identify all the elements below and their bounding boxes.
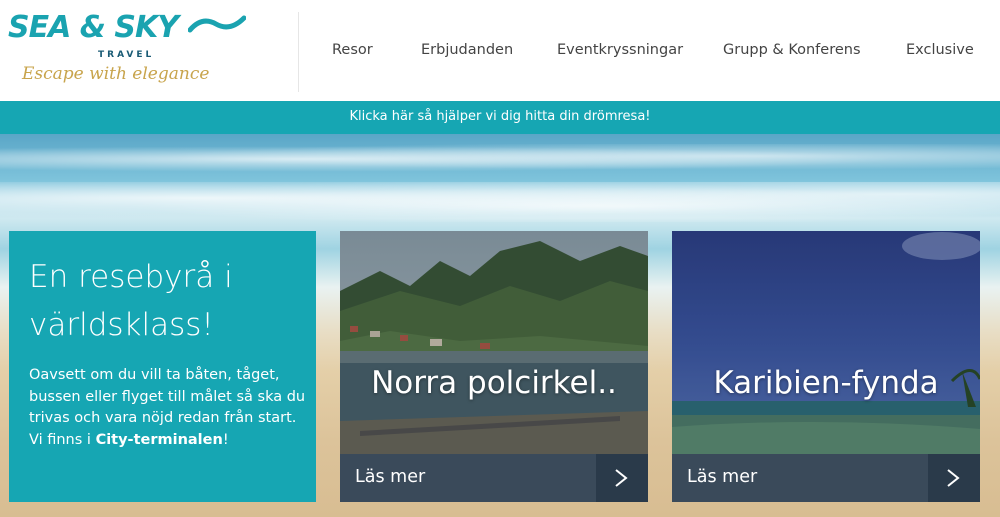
read-more-link[interactable]: Läs mer xyxy=(687,467,757,487)
nav-item-eventkryssningar[interactable]: Eventkryssningar xyxy=(557,42,683,58)
card-title: Norra polcirkel.. xyxy=(371,365,617,401)
chevron-right-icon xyxy=(947,469,960,487)
destination-card-norra-polcirkel[interactable]: Norra polcirkel.. Läs mer xyxy=(340,231,648,502)
intro-text-after: ! xyxy=(222,431,229,448)
card-title: Karibien-fynda xyxy=(713,365,939,401)
nav-item-exclusive[interactable]: Exclusive xyxy=(906,42,974,58)
read-more-link[interactable]: Läs mer xyxy=(355,467,425,487)
intro-text: Oavsett om du vill ta båten, tåget, buss… xyxy=(29,365,309,451)
card-arrow-button[interactable] xyxy=(928,454,980,502)
chevron-right-icon xyxy=(615,469,628,487)
card-arrow-button[interactable] xyxy=(596,454,648,502)
logo-sub: TRAVEL xyxy=(98,50,155,60)
hero-wave xyxy=(0,144,1000,174)
logo-brand: SEA & SKY xyxy=(8,10,179,45)
destination-card-karibien-fynda[interactable]: Karibien-fynda Läs mer xyxy=(672,231,980,502)
card-footer[interactable]: Läs mer xyxy=(672,454,980,502)
logo-tagline: Escape with elegance xyxy=(22,64,210,84)
promo-banner[interactable]: Klicka här så hjälper vi dig hitta din d… xyxy=(0,101,1000,134)
hero-wave xyxy=(0,182,1000,222)
nav-item-resor[interactable]: Resor xyxy=(332,42,373,58)
card-image-caribbean xyxy=(672,231,980,454)
intro-title: En resebyrå i världsklass! xyxy=(29,259,233,343)
intro-text-bold[interactable]: City-terminalen xyxy=(96,432,223,448)
header-divider xyxy=(298,12,299,92)
site-header: SEA & SKY TRAVEL Escape with elegance Re… xyxy=(0,0,1000,101)
logo[interactable]: SEA & SKY TRAVEL Escape with elegance xyxy=(8,10,248,94)
intro-card: En resebyrå i världsklass! Oavsett om du… xyxy=(9,231,316,502)
wave-icon xyxy=(188,15,246,33)
main-nav: Resor Erbjudanden Eventkryssningar Grupp… xyxy=(300,0,1000,101)
banner-text: Klicka här så hjälper vi dig hitta din d… xyxy=(349,109,651,124)
nav-item-erbjudanden[interactable]: Erbjudanden xyxy=(421,42,513,58)
nav-item-grupp-konferens[interactable]: Grupp & Konferens xyxy=(723,42,861,58)
card-footer[interactable]: Läs mer xyxy=(340,454,648,502)
card-image-fjord xyxy=(340,231,648,454)
